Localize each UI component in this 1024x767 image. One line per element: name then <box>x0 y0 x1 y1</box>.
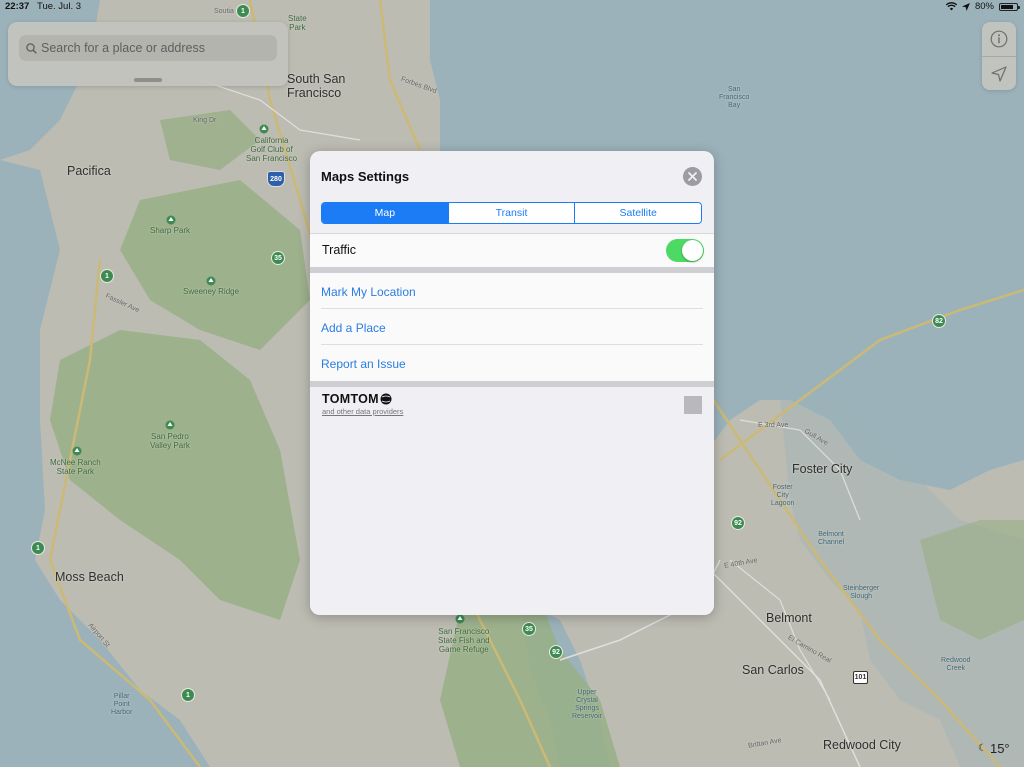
weather-indicator: ☾ 15° <box>978 741 1010 756</box>
wifi-icon <box>945 2 957 11</box>
maps-settings-panel: Maps Settings Map Transit Satellite Traf… <box>310 151 714 615</box>
search-icon <box>26 42 37 54</box>
tomtom-brand: TOMTOM <box>322 392 379 406</box>
search-field[interactable] <box>19 35 277 61</box>
tracking-button[interactable] <box>982 56 1016 91</box>
park-pin-icon <box>259 124 269 134</box>
map-label-belmont: Belmont <box>766 611 812 625</box>
moon-icon: ☾ <box>978 743 987 754</box>
map-type-segmented-control: Map Transit Satellite <box>321 202 702 224</box>
other-providers-link[interactable]: and other data providers <box>322 407 403 416</box>
panel-title: Maps Settings <box>321 169 410 184</box>
route-shield: 92 <box>549 645 563 659</box>
route-shield: 1 <box>31 541 45 555</box>
route-shield: 1 <box>181 688 195 702</box>
weather-channel-logo-icon[interactable] <box>684 396 702 414</box>
route-shield: 82 <box>932 314 946 328</box>
park-pin-icon <box>206 276 216 286</box>
card-grabber[interactable] <box>134 78 162 82</box>
map-label-pillar-point: Pillar Point Harbor <box>111 693 133 716</box>
map-label-sharp-park: Sharp Park <box>150 226 191 235</box>
status-right: 80% <box>945 1 1020 12</box>
park-pin-icon <box>72 446 82 456</box>
close-icon <box>688 172 697 181</box>
highway-101-shield: 101 <box>853 671 868 684</box>
map-label-foster-lagoon: Foster City Lagoon <box>771 484 795 507</box>
route-shield: 92 <box>731 516 745 530</box>
map-label-steinberger: Steinberger Slough <box>843 585 880 600</box>
search-card <box>8 22 288 86</box>
globe-icon <box>380 393 392 405</box>
mark-my-location-link[interactable]: Mark My Location <box>321 285 416 299</box>
map-label-state-park: State Park <box>288 14 307 32</box>
divider <box>321 344 703 345</box>
map-label-redwood-creek: Redwood Creek <box>941 657 971 672</box>
toggle-knob <box>682 240 703 261</box>
actions-list: Mark My Location Add a Place Report an I… <box>310 273 714 381</box>
traffic-label: Traffic <box>322 243 357 257</box>
park-pin-icon <box>166 215 176 225</box>
search-input[interactable] <box>41 41 261 55</box>
status-bar: 22:37 Tue. Jul. 3 80% <box>0 0 1024 14</box>
map-label-san-pedro: San Pedro Valley Park <box>150 432 190 450</box>
map-label-south-san-francisco: South San Francisco <box>287 72 346 100</box>
route-shield: 35 <box>522 622 536 636</box>
route-shield: 35 <box>271 251 285 265</box>
segment-transit[interactable]: Transit <box>447 203 575 223</box>
close-button[interactable] <box>683 167 702 186</box>
segment-map[interactable]: Map <box>322 203 448 223</box>
route-shield: 1 <box>100 269 114 283</box>
map-label-mcnee: McNee Ranch State Park <box>50 458 101 476</box>
map-label-king-dr: King Dr <box>193 117 217 124</box>
map-label-belmont-channel: Belmont Channel <box>818 531 845 546</box>
map-label-moss-beach: Moss Beach <box>55 570 124 584</box>
status-time: 22:37 <box>5 1 30 12</box>
info-button[interactable] <box>982 22 1016 56</box>
tomtom-logo[interactable]: TOMTOM <box>322 392 392 406</box>
location-arrow-icon <box>991 66 1007 82</box>
divider <box>321 308 703 309</box>
map-label-sweeney-ridge: Sweeney Ridge <box>183 287 240 296</box>
battery-icon <box>999 2 1020 11</box>
status-date: Tue. Jul. 3 <box>37 1 82 12</box>
map-label-upper-crystal: Upper Crystal Springs Reservoir <box>572 689 602 720</box>
map-label-foster-city: Foster City <box>792 462 853 476</box>
map-label-san-carlos: San Carlos <box>742 663 804 677</box>
park-pin-icon <box>455 614 465 624</box>
traffic-row: Traffic <box>310 233 714 268</box>
map-controls <box>982 22 1016 90</box>
park-pin-icon <box>165 420 175 430</box>
map-label-sf-bay: San Francisco Bay <box>719 86 750 109</box>
map-label-e3rd: E 3rd Ave <box>758 422 789 429</box>
temperature: 15° <box>989 741 1010 756</box>
traffic-toggle[interactable] <box>666 239 704 262</box>
segment-satellite[interactable]: Satellite <box>574 203 701 223</box>
map-label-sf-refuge: San Francisco State Fish and Game Refuge <box>438 627 490 654</box>
add-a-place-link[interactable]: Add a Place <box>321 321 386 335</box>
info-icon <box>990 30 1008 48</box>
map-label-california-golf: California Golf Club of San Francisco <box>246 136 298 163</box>
interstate-280-shield: 280 <box>267 171 285 187</box>
map-label-redwood-city: Redwood City <box>823 738 901 752</box>
map-label-pacifica: Pacifica <box>67 164 111 178</box>
data-attribution: TOMTOM and other data providers <box>310 387 714 615</box>
report-an-issue-link[interactable]: Report an Issue <box>321 357 406 371</box>
battery-percent: 80% <box>974 1 994 12</box>
location-arrow-icon <box>961 2 970 11</box>
